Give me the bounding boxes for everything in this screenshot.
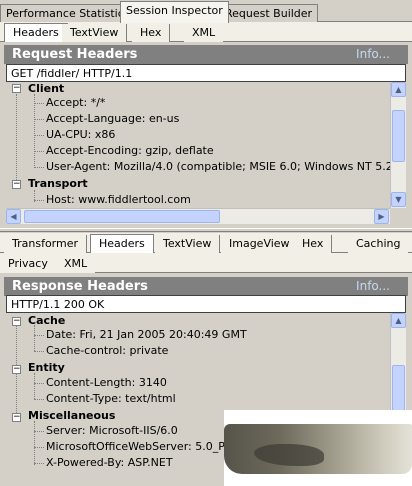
tree-branch: [34, 135, 44, 136]
request-vertical-scrollbar[interactable]: ▲ ▼: [390, 82, 406, 208]
tree-item[interactable]: Date: Fri, 21 Jan 2005 20:40:49 GMT: [46, 327, 247, 343]
tree-item[interactable]: Content-Type: text/html: [46, 391, 176, 407]
arrow-down-icon[interactable]: ▼: [391, 192, 406, 207]
arrow-up-icon[interactable]: ▲: [391, 313, 406, 328]
tree-guide-line: [16, 94, 17, 184]
scrollbar-thumb[interactable]: [392, 110, 405, 162]
minus-box-icon[interactable]: −: [12, 180, 21, 189]
tree-item[interactable]: UA-CPU: x86: [46, 127, 115, 143]
tree-group-entity[interactable]: Entity: [28, 360, 65, 376]
tab-performance-statistics[interactable]: Performance Statistics: [0, 4, 136, 22]
request-headers-tree: − Client Accept: */* Accept-Language: en…: [6, 82, 390, 208]
tab-request-textview[interactable]: TextView: [62, 24, 128, 42]
tree-item[interactable]: Accept-Encoding: gzip, deflate: [46, 143, 214, 159]
tree-guide-line: [34, 421, 35, 465]
tab-response-imageview[interactable]: ImageView: [221, 235, 299, 253]
tree-item[interactable]: Accept: */*: [46, 95, 105, 111]
tab-request-builder[interactable]: Request Builder: [219, 4, 319, 22]
minus-box-icon[interactable]: −: [12, 317, 21, 326]
tree-branch: [34, 335, 44, 336]
tab-request-xml[interactable]: XML: [184, 24, 224, 42]
request-horizontal-scrollbar[interactable]: ◀ ▶: [6, 208, 390, 224]
tab-session-inspector[interactable]: Session Inspector: [120, 1, 229, 23]
tab-response-headers[interactable]: Headers: [90, 234, 154, 253]
scrollbar-thumb[interactable]: [392, 365, 405, 411]
response-view-tabs-row2: Privacy XML: [0, 253, 412, 273]
tree-branch: [34, 103, 44, 104]
arrow-left-icon[interactable]: ◀: [6, 209, 21, 224]
request-info-link[interactable]: Info...: [356, 47, 390, 61]
minus-box-icon[interactable]: −: [12, 84, 21, 93]
response-status-line[interactable]: HTTP/1.1 200 OK: [6, 295, 406, 313]
tree-guide-line: [34, 94, 35, 168]
tree-branch: [34, 119, 44, 120]
tree-item[interactable]: Accept-Language: en-us: [46, 111, 179, 127]
request-headers-title-bar: Request Headers Info...: [4, 45, 408, 64]
tree-item[interactable]: User-Agent: Mozilla/4.0 (compatible; MSI…: [46, 159, 390, 175]
arrow-up-icon[interactable]: ▲: [391, 82, 406, 97]
tree-item[interactable]: X-Powered-By: ASP.NET: [46, 455, 173, 471]
minus-box-icon[interactable]: −: [12, 365, 21, 374]
tree-item[interactable]: Host: www.fiddlertool.com: [46, 192, 191, 208]
tree-item[interactable]: Content-Length: 3140: [46, 375, 167, 391]
response-view-tabs-row1: Transformer Headers TextView ImageView H…: [0, 233, 412, 253]
tree-item[interactable]: Server: Microsoft-IIS/6.0: [46, 423, 178, 439]
tab-response-xml[interactable]: XML: [56, 255, 96, 273]
tab-response-caching[interactable]: Caching: [348, 235, 409, 253]
tree-guide-line: [34, 373, 35, 399]
tree-branch: [34, 463, 44, 464]
tree-branch: [34, 431, 44, 432]
tab-response-hex[interactable]: Hex: [294, 235, 333, 253]
response-headers-title-bar: Response Headers Info...: [4, 277, 408, 296]
tree-item[interactable]: Cache-control: private: [46, 343, 168, 359]
tab-request-hex[interactable]: Hex: [132, 24, 171, 42]
scrollbar-thumb[interactable]: [24, 210, 220, 223]
tree-branch: [34, 167, 44, 168]
tab-response-textview[interactable]: TextView: [155, 235, 221, 253]
tab-response-transformer[interactable]: Transformer: [4, 235, 88, 253]
response-info-link[interactable]: Info...: [356, 279, 390, 293]
tree-branch: [34, 200, 44, 201]
tab-response-privacy[interactable]: Privacy: [0, 255, 57, 273]
response-headers-title: Response Headers: [12, 279, 148, 294]
arrow-right-icon[interactable]: ▶: [374, 209, 389, 224]
tree-group-miscellaneous[interactable]: Miscellaneous: [28, 408, 115, 424]
tab-request-headers[interactable]: Headers: [4, 23, 68, 42]
tree-branch: [34, 447, 44, 448]
request-line[interactable]: GET /fiddler/ HTTP/1.1: [6, 64, 406, 82]
tree-branch: [34, 351, 44, 352]
panel-splitter[interactable]: [0, 228, 412, 232]
overlay-image-fragment: [224, 410, 412, 486]
inspector-tab-strip: Performance Statistics Session Inspector…: [0, 0, 412, 23]
tree-branch: [34, 383, 44, 384]
request-headers-title: Request Headers: [12, 47, 138, 62]
minus-box-icon[interactable]: −: [12, 413, 21, 422]
response-vertical-scrollbar[interactable]: ▲: [390, 313, 406, 413]
tree-branch: [34, 399, 44, 400]
tree-group-transport[interactable]: Transport: [28, 176, 88, 192]
tree-item[interactable]: MicrosoftOfficeWebServer: 5.0_Pub: [46, 439, 239, 455]
request-view-tabs: Headers TextView Hex XML: [0, 22, 412, 42]
tree-branch: [34, 151, 44, 152]
